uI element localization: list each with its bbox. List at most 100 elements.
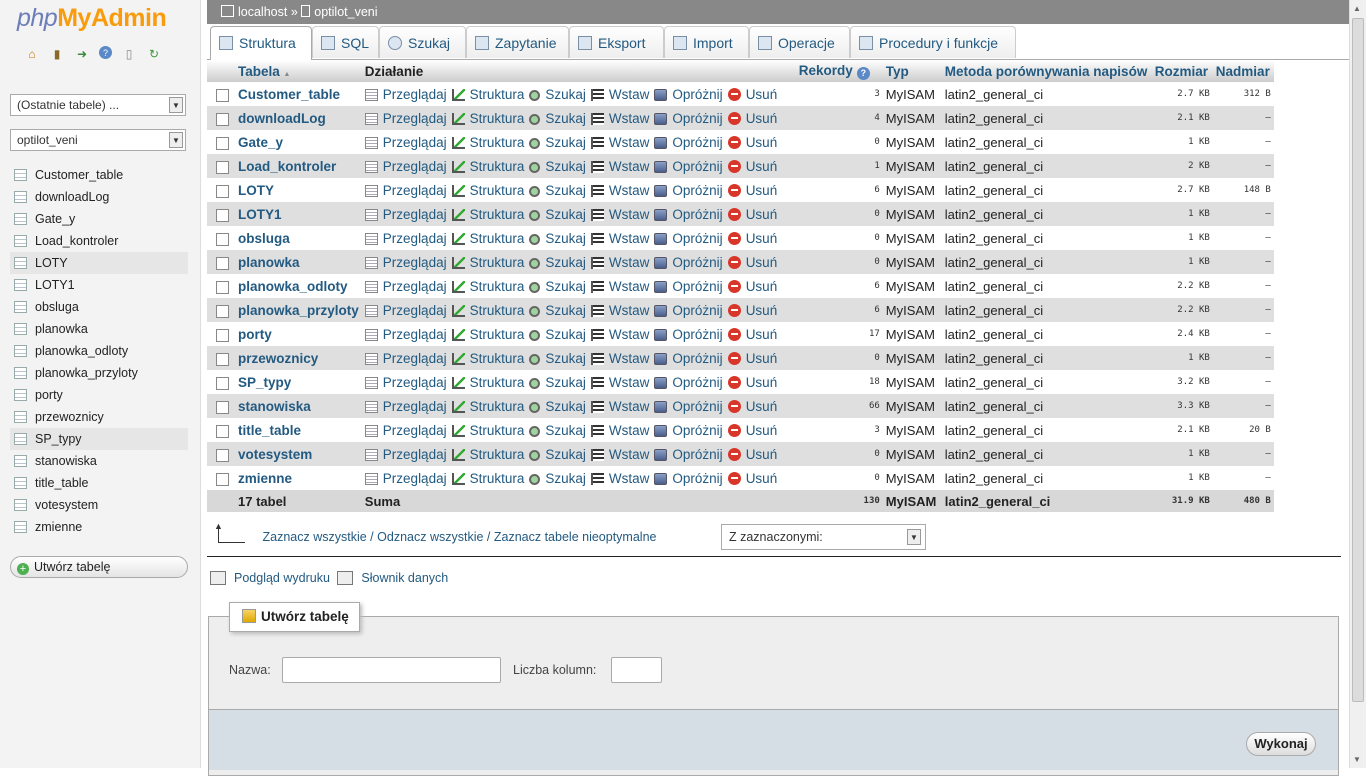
sidebar-table-item[interactable]: downloadLog xyxy=(10,186,188,208)
col-header-overhead[interactable]: Nadmiar xyxy=(1212,60,1274,82)
row-checkbox[interactable] xyxy=(216,184,229,198)
size-cell[interactable]: 2.2 KB xyxy=(1151,274,1213,298)
structure-action[interactable]: Struktura xyxy=(451,255,524,270)
reload-icon[interactable]: ↻ xyxy=(146,46,162,62)
table-name-link[interactable]: SP_typy xyxy=(235,370,362,394)
sidebar-table-item[interactable]: przewoznicy xyxy=(10,406,188,428)
sidebar-table-item[interactable]: planowka xyxy=(10,318,188,340)
table-name-link[interactable]: Load_kontroler xyxy=(235,154,362,178)
scroll-up-icon[interactable]: ▲ xyxy=(1353,4,1361,13)
size-cell[interactable]: 2.4 KB xyxy=(1151,322,1213,346)
exit-icon[interactable]: ▮ xyxy=(49,46,65,62)
row-checkbox[interactable] xyxy=(216,112,229,126)
row-checkbox[interactable] xyxy=(216,304,229,318)
search-action[interactable]: Szukaj xyxy=(529,135,586,150)
empty-action[interactable]: Opróżnij xyxy=(654,351,723,366)
table-name-link[interactable]: planowka_odloty xyxy=(235,274,362,298)
column-count-input[interactable] xyxy=(611,657,662,683)
browse-action[interactable]: Przeglądaj xyxy=(364,303,447,318)
structure-action[interactable]: Struktura xyxy=(451,135,524,150)
row-checkbox[interactable] xyxy=(216,352,229,366)
drop-action[interactable]: Usuń xyxy=(727,183,777,198)
browse-action[interactable]: Przeglądaj xyxy=(364,423,447,438)
row-checkbox[interactable] xyxy=(216,232,229,246)
drop-action[interactable]: Usuń xyxy=(727,231,777,246)
insert-action[interactable]: Wstaw xyxy=(590,327,649,342)
size-cell[interactable]: 3.2 KB xyxy=(1151,370,1213,394)
size-cell[interactable]: 1 KB xyxy=(1151,466,1213,490)
table-name-link[interactable]: przewoznicy xyxy=(235,346,362,370)
table-name-link[interactable]: obsluga xyxy=(235,226,362,250)
table-name-link[interactable]: porty xyxy=(235,322,362,346)
sidebar-table-item[interactable]: porty xyxy=(10,384,188,406)
insert-action[interactable]: Wstaw xyxy=(590,111,649,126)
empty-action[interactable]: Opróżnij xyxy=(654,375,723,390)
search-action[interactable]: Szukaj xyxy=(529,303,586,318)
empty-action[interactable]: Opróżnij xyxy=(654,423,723,438)
print-view-link[interactable]: Podgląd wydruku xyxy=(234,571,330,585)
col-header-table[interactable]: Tabela ▲ xyxy=(235,60,362,82)
recent-tables-select[interactable]: (Ostatnie tabele) ... ▼ xyxy=(10,94,186,116)
row-checkbox[interactable] xyxy=(216,280,229,294)
browse-action[interactable]: Przeglądaj xyxy=(364,447,447,462)
browse-action[interactable]: Przeglądaj xyxy=(364,207,447,222)
table-name-link[interactable]: zmienne xyxy=(235,466,362,490)
size-cell[interactable]: 1 KB xyxy=(1151,346,1213,370)
sidebar-table-item[interactable]: LOTY xyxy=(10,252,188,274)
size-cell[interactable]: 2.7 KB xyxy=(1151,82,1213,106)
sidebar-table-item[interactable]: title_table xyxy=(10,472,188,494)
sidebar-table-item[interactable]: stanowiska xyxy=(10,450,188,472)
row-checkbox[interactable] xyxy=(216,160,229,174)
with-selected-select[interactable]: Z zaznaczonymi: ▼ xyxy=(721,524,926,550)
sidebar-table-item[interactable]: SP_typy xyxy=(10,428,188,450)
sidebar-table-item[interactable]: Load_kontroler xyxy=(10,230,188,252)
drop-action[interactable]: Usuń xyxy=(727,135,777,150)
search-action[interactable]: Szukaj xyxy=(529,255,586,270)
create-table-button[interactable]: + Utwórz tabelę xyxy=(10,556,188,578)
col-header-size[interactable]: Rozmiar xyxy=(1151,60,1213,82)
drop-action[interactable]: Usuń xyxy=(727,279,777,294)
breadcrumb-server[interactable]: localhost xyxy=(238,5,287,19)
drop-action[interactable]: Usuń xyxy=(727,255,777,270)
row-checkbox[interactable] xyxy=(216,472,229,486)
insert-action[interactable]: Wstaw xyxy=(590,207,649,222)
row-checkbox[interactable] xyxy=(216,376,229,390)
docs-icon[interactable]: ▯ xyxy=(121,46,137,62)
table-name-input[interactable] xyxy=(282,657,501,683)
empty-action[interactable]: Opróżnij xyxy=(654,231,723,246)
sidebar-table-item[interactable]: planowka_przyloty xyxy=(10,362,188,384)
search-action[interactable]: Szukaj xyxy=(529,471,586,486)
search-action[interactable]: Szukaj xyxy=(529,159,586,174)
table-name-link[interactable]: stanowiska xyxy=(235,394,362,418)
search-action[interactable]: Szukaj xyxy=(529,423,586,438)
home-icon[interactable]: ⌂ xyxy=(24,46,40,62)
data-dictionary-link[interactable]: Słownik danych xyxy=(361,571,448,585)
browse-action[interactable]: Przeglądaj xyxy=(364,351,447,366)
structure-action[interactable]: Struktura xyxy=(451,447,524,462)
row-checkbox[interactable] xyxy=(216,208,229,222)
size-cell[interactable]: 2.1 KB xyxy=(1151,106,1213,130)
size-cell[interactable]: 1 KB xyxy=(1151,226,1213,250)
check-overhead-link[interactable]: Zaznacz tabele nieoptymalne xyxy=(494,530,657,544)
insert-action[interactable]: Wstaw xyxy=(590,351,649,366)
search-action[interactable]: Szukaj xyxy=(529,183,586,198)
row-checkbox[interactable] xyxy=(216,256,229,270)
drop-action[interactable]: Usuń xyxy=(727,351,777,366)
sidebar-table-item[interactable]: planowka_odloty xyxy=(10,340,188,362)
browse-action[interactable]: Przeglądaj xyxy=(364,87,447,102)
col-header-collation[interactable]: Metoda porównywania napisów xyxy=(941,60,1152,82)
structure-action[interactable]: Struktura xyxy=(451,159,524,174)
size-cell[interactable]: 1 KB xyxy=(1151,130,1213,154)
row-checkbox[interactable] xyxy=(216,400,229,414)
drop-action[interactable]: Usuń xyxy=(727,423,777,438)
insert-action[interactable]: Wstaw xyxy=(590,231,649,246)
structure-action[interactable]: Struktura xyxy=(451,375,524,390)
row-checkbox[interactable] xyxy=(216,448,229,462)
col-header-records[interactable]: Rekordy? xyxy=(795,60,883,82)
drop-action[interactable]: Usuń xyxy=(727,471,777,486)
tab-eksport[interactable]: Eksport xyxy=(569,26,664,58)
sidebar-table-item[interactable]: votesystem xyxy=(10,494,188,516)
table-name-link[interactable]: Gate_y xyxy=(235,130,362,154)
empty-action[interactable]: Opróżnij xyxy=(654,327,723,342)
sidebar-table-item[interactable]: obsluga xyxy=(10,296,188,318)
